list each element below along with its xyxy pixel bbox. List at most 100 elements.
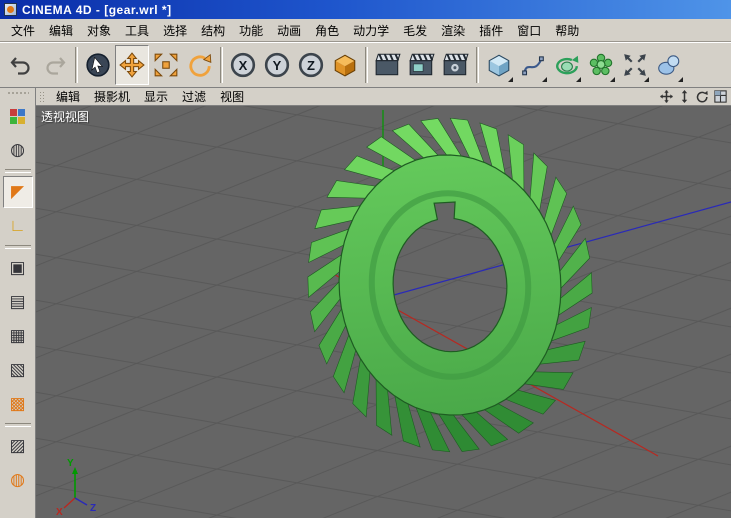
globe-icon: ◍ (10, 140, 25, 159)
toggle-view-icon (713, 90, 727, 103)
vp-menu-cameras[interactable]: 摄影机 (87, 88, 137, 105)
zoom-view-button[interactable] (676, 90, 692, 104)
make-editable-button[interactable] (3, 100, 33, 132)
svg-text:X: X (239, 58, 248, 73)
toggle-view-button[interactable] (712, 90, 728, 104)
vp-menu-display[interactable]: 显示 (137, 88, 175, 105)
pan-view-button[interactable] (658, 90, 674, 104)
lock-mode-button[interactable]: ◍ (3, 464, 33, 496)
lock-z-axis-button[interactable]: Z (294, 45, 328, 85)
workplane-mode-button[interactable]: ▨ (3, 430, 33, 462)
coordinate-system-button[interactable] (328, 45, 362, 85)
vp-menu-filter[interactable]: 过滤 (175, 88, 213, 105)
menu-functions[interactable]: 功能 (232, 19, 270, 42)
cinema4d-window: CINEMA 4D - [gear.wrl *] 文件 编辑 对象 工具 选择 … (0, 0, 731, 518)
z-axis-icon: Z (298, 52, 324, 78)
viewport-menubar-grip[interactable] (39, 90, 45, 103)
menu-tools[interactable]: 工具 (118, 19, 156, 42)
scale-icon (154, 53, 178, 77)
vp-menu-edit[interactable]: 编辑 (49, 88, 87, 105)
spline-icon (522, 56, 544, 76)
pan-view-icon (659, 90, 673, 103)
svg-text:Y: Y (273, 58, 282, 73)
add-expansion-object-button[interactable] (618, 45, 652, 85)
menubar: 文件 编辑 对象 工具 选择 结构 功能 动画 角色 动力学 毛发 渲染 插件 … (0, 19, 731, 42)
rotate-view-icon (696, 90, 708, 103)
texture-mode-icon: ▧ (9, 360, 26, 379)
menu-render[interactable]: 渲染 (434, 19, 472, 42)
undo-button[interactable] (4, 45, 38, 85)
model-mode-button[interactable]: ◍ (3, 134, 33, 166)
object-mode-icon: ◤ (10, 182, 25, 201)
array-flower-icon (589, 53, 613, 76)
menu-dynamics[interactable]: 动力学 (346, 19, 396, 42)
menu-structure[interactable]: 结构 (194, 19, 232, 42)
menu-hair[interactable]: 毛发 (396, 19, 434, 42)
point-mode-icon: ▣ (9, 258, 26, 277)
move-icon (119, 52, 145, 78)
menu-selection[interactable]: 选择 (156, 19, 194, 42)
menu-objects[interactable]: 对象 (80, 19, 118, 42)
object-mode-button[interactable]: ◤ (2, 176, 33, 208)
toolbar-separator (75, 47, 78, 83)
render-settings-clapper-icon (443, 53, 469, 76)
workplane-icon: ▨ (9, 436, 26, 455)
add-primitive-button[interactable] (482, 45, 516, 85)
render-view-button[interactable] (371, 45, 405, 85)
axis-icon: ∟ (9, 216, 26, 235)
polygon-mode-button[interactable]: ▦ (3, 320, 33, 352)
redo-button[interactable] (38, 45, 72, 85)
sidebar-separator (4, 245, 31, 249)
lock-x-axis-button[interactable]: X (226, 45, 260, 85)
menu-window[interactable]: 窗口 (510, 19, 548, 42)
menu-animation[interactable]: 动画 (270, 19, 308, 42)
app-icon (4, 3, 17, 16)
x-axis-icon: X (230, 52, 256, 78)
toolbar-separator (220, 47, 223, 83)
expand-arrows-icon (624, 54, 646, 76)
add-spline-button[interactable] (516, 45, 550, 85)
live-selection-button[interactable] (81, 45, 115, 85)
move-tool-button[interactable] (115, 45, 149, 85)
texture-mode-button[interactable]: ▧ (3, 354, 33, 386)
render-active-view-button[interactable] (405, 45, 439, 85)
point-mode-button[interactable]: ▣ (3, 252, 33, 284)
edge-mode-icon: ▤ (9, 292, 26, 311)
add-nurbs-button[interactable] (550, 45, 584, 85)
vp-menu-view[interactable]: 视图 (213, 88, 251, 105)
menu-character[interactable]: 角色 (308, 19, 346, 42)
viewport-menubar: 编辑 摄影机 显示 过滤 视图 (36, 88, 731, 106)
render-picture-clapper-icon (409, 53, 435, 76)
render-settings-button[interactable] (439, 45, 473, 85)
lock-y-axis-button[interactable]: Y (260, 45, 294, 85)
redo-icon (46, 57, 66, 75)
axis-mode-button[interactable]: ∟ (3, 210, 33, 242)
gizmo-z-label: Z (90, 503, 96, 514)
texture-axis-mode-button[interactable]: ▩ (3, 388, 33, 420)
sidebar-grip[interactable] (6, 91, 29, 96)
viewport-canvas: Y X Z (36, 106, 731, 518)
tool-sidebar: ◍ ◤ ∟ ▣ ▤ ▦ ▧ ▩ ▨ ◍ (0, 88, 36, 518)
menu-file[interactable]: 文件 (4, 19, 42, 42)
add-deformer-button[interactable] (652, 45, 686, 85)
viewport-column: 编辑 摄影机 显示 过滤 视图 Y X Z 透视视图 (36, 88, 731, 518)
gizmo-y-label: Y (67, 458, 74, 469)
rotate-view-button[interactable] (694, 90, 710, 104)
menu-plugins[interactable]: 插件 (472, 19, 510, 42)
menu-edit[interactable]: 编辑 (42, 19, 80, 42)
polygon-mode-icon: ▦ (9, 326, 26, 345)
main-toolbar: X Y Z (0, 42, 731, 88)
scale-tool-button[interactable] (149, 45, 183, 85)
edge-mode-button[interactable]: ▤ (3, 286, 33, 318)
content-area: ◍ ◤ ∟ ▣ ▤ ▦ ▧ ▩ ▨ ◍ 编辑 摄影机 显示 过滤 视图 Y X … (0, 88, 731, 518)
texture-axis-icon: ▩ (9, 394, 26, 413)
gizmo-x-label: X (56, 507, 63, 518)
toolbar-separator (365, 47, 368, 83)
rotate-tool-button[interactable] (183, 45, 217, 85)
titlebar: CINEMA 4D - [gear.wrl *] (0, 0, 731, 19)
menu-help[interactable]: 帮助 (548, 19, 586, 42)
sidebar-separator (4, 423, 31, 427)
viewport[interactable]: YXZ 透视视图 (36, 106, 731, 518)
add-modeling-object-button[interactable] (584, 45, 618, 85)
blob-icon (658, 55, 680, 75)
